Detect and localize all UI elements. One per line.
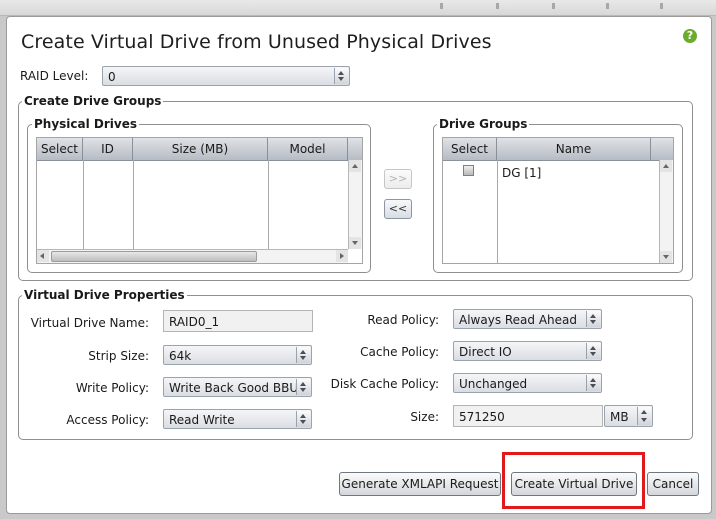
access-policy-select[interactable]: Read Write [163,409,312,429]
column-divider [133,160,134,249]
spinner-arrows-icon [586,375,600,391]
write-policy-select[interactable]: Write Back Good BBU [163,377,312,397]
raid-level-label: RAID Level: [20,69,89,83]
disk-cache-policy-value: Unchanged [459,377,528,391]
scroll-right-arrow-icon[interactable] [336,250,348,262]
window-frame-top [0,0,716,16]
spinner-arrows-icon [334,68,348,84]
frame-stripe [440,3,443,9]
frame-stripe [660,3,663,9]
remove-from-group-button[interactable]: << [384,199,412,219]
access-policy-value: Read Write [169,413,235,427]
column-name[interactable]: Name [497,138,651,160]
strip-size-label: Strip Size: [88,349,149,363]
size-label: Size: [410,410,439,424]
column-select[interactable]: Select [37,138,83,160]
scroll-left-arrow-icon[interactable] [37,250,49,262]
write-policy-label: Write Policy: [75,381,149,395]
scroll-down-arrow-icon[interactable] [349,237,361,249]
horizontal-scrollbar[interactable] [37,249,348,263]
scrollbar-thumb[interactable] [51,251,257,262]
size-unit-value: MB [610,410,629,424]
spinner-arrows-icon [637,407,651,425]
size-value: 571250 [459,410,505,424]
vd-name-value: RAID0_1 [169,315,220,329]
spinner-arrows-icon [586,311,600,327]
vd-name-label: Virtual Drive Name: [30,316,149,330]
create-virtual-drive-dialog: Create Virtual Drive from Unused Physica… [6,16,712,514]
frame-stripe [606,3,609,9]
column-divider [83,160,84,249]
physical-drives-legend: Physical Drives [32,117,140,131]
physical-drives-table[interactable]: Select ID Size (MB) Model [36,137,363,264]
read-policy-label: Read Policy: [367,313,439,327]
column-select[interactable]: Select [443,138,497,160]
spinner-arrows-icon [586,343,600,359]
size-unit-select[interactable]: MB [604,405,653,427]
drive-group-name[interactable]: DG [1] [502,166,541,180]
disk-cache-policy-label: Disk Cache Policy: [330,377,439,391]
add-to-group-button[interactable]: >> [384,169,412,189]
cache-policy-select[interactable]: Direct IO [453,341,602,361]
drive-groups-table[interactable]: Select Name DG [1] [442,137,674,264]
scroll-up-arrow-icon[interactable] [660,160,672,172]
create-drive-groups-legend: Create Drive Groups [22,94,164,108]
frame-stripe [552,3,555,9]
dialog-title: Create Virtual Drive from Unused Physica… [21,31,492,53]
write-policy-value: Write Back Good BBU [169,381,296,395]
disk-cache-policy-select[interactable]: Unchanged [453,373,602,393]
frame-stripe [496,3,499,9]
scroll-up-arrow-icon[interactable] [349,160,361,172]
drive-groups-legend: Drive Groups [437,117,530,131]
cancel-button[interactable]: Cancel [647,472,699,496]
raid-level-select[interactable]: 0 [102,66,350,86]
help-icon[interactable]: ? [683,29,697,43]
size-input[interactable]: 571250 [453,405,603,427]
strip-size-value: 64k [169,349,192,363]
vertical-scrollbar[interactable] [348,160,362,249]
vd-name-input[interactable]: RAID0_1 [163,310,313,332]
strip-size-select[interactable]: 64k [163,345,312,365]
column-divider [268,160,269,249]
drive-groups-header: Select Name [443,138,673,161]
read-policy-select[interactable]: Always Read Ahead [453,309,602,329]
column-divider [497,160,498,263]
physical-drives-header: Select ID Size (MB) Model [37,138,362,161]
vertical-scrollbar[interactable] [659,160,673,263]
scroll-down-arrow-icon[interactable] [660,251,672,263]
raid-level-value: 0 [108,70,116,84]
dg1-select-checkbox[interactable] [463,165,474,176]
highlight-box [502,452,645,509]
column-model[interactable]: Model [268,138,348,160]
cache-policy-value: Direct IO [459,345,512,359]
column-size[interactable]: Size (MB) [133,138,268,160]
read-policy-value: Always Read Ahead [459,313,578,327]
generate-xmlapi-request-button[interactable]: Generate XMLAPI Request [339,472,501,496]
virtual-drive-properties-legend: Virtual Drive Properties [22,288,187,302]
access-policy-label: Access Policy: [66,413,149,427]
cache-policy-label: Cache Policy: [360,345,439,359]
column-id[interactable]: ID [83,138,133,160]
